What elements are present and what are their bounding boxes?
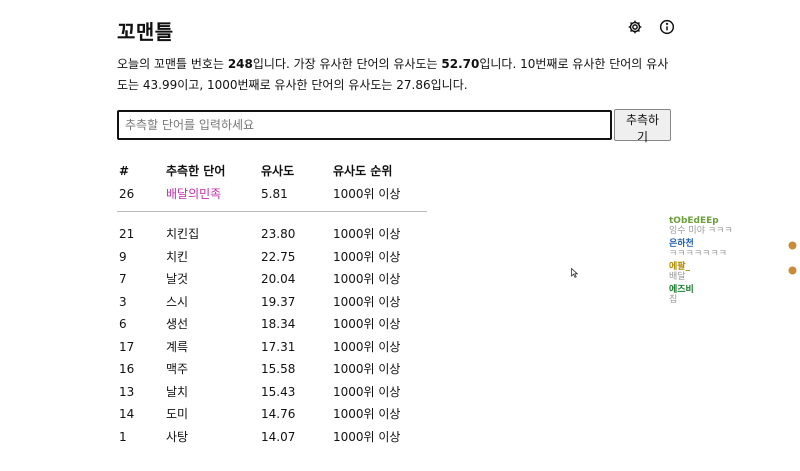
guess-word: 생선	[166, 317, 189, 331]
guess-number: 16	[119, 362, 135, 376]
chat-username: 에즈비	[669, 285, 694, 295]
col-header-word: 추측한 단어	[166, 164, 226, 178]
guess-number: 9	[119, 249, 127, 264]
guess-button[interactable]: 추측하기	[614, 109, 671, 144]
puzzle-number: 248	[227, 57, 253, 71]
col-header-similarity: 유사도	[261, 164, 295, 178]
guess-number: 17	[119, 339, 135, 354]
guess-number: 13	[119, 384, 135, 399]
info-icon[interactable]	[658, 18, 676, 36]
table-row: 7 날것 20.04 1000위 이상	[117, 268, 437, 291]
guess-similarity: 19.37	[261, 294, 296, 309]
guess-word: 배달의민족	[166, 186, 222, 201]
guess-number: 26	[119, 186, 135, 201]
guess-word: 맥주	[166, 362, 189, 376]
guess-rank: 1000위 이상	[333, 384, 401, 399]
chat-message: ㅋㅋㅋㅋㅋㅋㅋ	[669, 249, 727, 259]
emote-icon	[788, 266, 797, 275]
guess-rank: 1000위 이상	[333, 294, 401, 309]
guess-word: 사탕	[166, 429, 189, 444]
gear-icon[interactable]	[626, 18, 644, 36]
guess-similarity: 17.31	[261, 339, 296, 354]
guess-rank: 1000위 이상	[333, 227, 401, 241]
guess-word: 계륵	[166, 339, 189, 354]
guess-rank: 1000위 이상	[333, 272, 401, 286]
guess-list: 21 치킨집 23.80 1000위 이상 9 치킨 22.75 1000위 이상 7 날것 20.…	[117, 223, 437, 471]
guess-similarity: 15.58	[261, 362, 296, 376]
table-row: 6 생선 18.34 1000위 이상	[117, 313, 437, 336]
top-similarity: 52.70	[441, 57, 480, 71]
guess-number: 7	[119, 272, 127, 286]
table-row	[117, 448, 437, 471]
guess-number: 6	[119, 317, 127, 331]
guess-similarity: 18.34	[261, 317, 296, 331]
guess-rank: 1000위 이상	[333, 317, 401, 331]
description-text: 오늘의 꼬맨틀 번호는	[117, 57, 228, 71]
guess-rank: 1000위 이상	[333, 362, 401, 376]
chat-message: 배달	[669, 272, 686, 282]
chat-username: 은하천	[669, 239, 694, 249]
guess-rank: 1000위 이상	[333, 407, 401, 421]
guess-word: 치킨집	[166, 227, 200, 241]
description-text: 입니다. 가장 유사한 단어의 유사도는	[252, 57, 442, 71]
table-row: 17 계륵 17.31 1000위 이상	[117, 336, 437, 359]
guess-form: 추측하기	[117, 109, 671, 144]
table-row: 21 치킨집 23.80 1000위 이상	[117, 223, 437, 246]
guess-similarity: 20.04	[261, 272, 296, 286]
table-row: 1 사탕 14.07 1000위 이상	[117, 426, 437, 449]
chat-overlay: tObEdEEp 잉수 미야 ㅋㅋㅋ 은하천 ㅋㅋㅋㅋㅋㅋㅋ 에팔_ 배달에즈비 집	[669, 216, 739, 308]
table-header: # 추측한 단어 유사도 유사도 순위	[117, 160, 437, 183]
table-divider	[117, 211, 427, 212]
guess-word: 날치	[166, 384, 189, 399]
table-row: 3 스시 19.37 1000위 이상	[117, 291, 437, 314]
chat-username: tObEdEEp	[669, 216, 719, 226]
table-row: 14 도미 14.76 1000위 이상	[117, 403, 437, 426]
table-row: 13 날치 15.43 1000위 이상	[117, 381, 437, 404]
header-icons	[626, 18, 676, 36]
guess-number: 3	[119, 294, 127, 309]
col-header-rank: 유사도 순위	[333, 164, 393, 178]
guess-word: 스시	[166, 294, 189, 309]
guess-similarity: 5.81	[261, 186, 288, 201]
guess-rank: 1000위 이상	[333, 339, 401, 354]
description: 오늘의 꼬맨틀 번호는 248입니다. 가장 유사한 단어의 유사도는 52.7…	[117, 54, 677, 96]
chat-username: 에팔_	[669, 262, 691, 272]
guess-similarity: 22.75	[261, 249, 296, 264]
table-row: 16 맥주 15.58 1000위 이상	[117, 358, 437, 381]
guess-rank: 1000위 이상	[333, 186, 401, 201]
guess-similarity: 23.80	[261, 227, 296, 241]
guess-number: 1	[119, 429, 127, 444]
mouse-cursor-icon	[571, 268, 578, 278]
guess-word: 치킨	[166, 249, 189, 264]
guess-rank: 1000위 이상	[333, 429, 401, 444]
guess-number: 14	[119, 407, 135, 421]
table-row: 9 치킨 22.75 1000위 이상	[117, 246, 437, 269]
latest-guess-row: 26 배달의민족 5.81 1000위 이상	[117, 183, 437, 206]
guess-word: 날것	[166, 272, 189, 286]
guess-similarity: 14.07	[261, 429, 296, 444]
chat-message: 집	[669, 295, 678, 305]
emote-icon	[788, 241, 797, 250]
guess-number: 21	[119, 227, 135, 241]
guess-similarity: 14.76	[261, 407, 296, 421]
guess-rank: 1000위 이상	[333, 249, 401, 264]
col-header-number: #	[119, 164, 130, 178]
app-title: 꼬맨틀	[117, 20, 174, 44]
chat-message: 잉수 미야 ㅋㅋㅋ	[669, 226, 733, 236]
guess-similarity: 15.43	[261, 384, 296, 399]
guess-word: 도미	[166, 407, 189, 421]
guess-input[interactable]	[117, 110, 612, 140]
guess-table: # 추측한 단어 유사도 유사도 순위 26 배달의민족 5.81 1000위 …	[117, 160, 437, 471]
